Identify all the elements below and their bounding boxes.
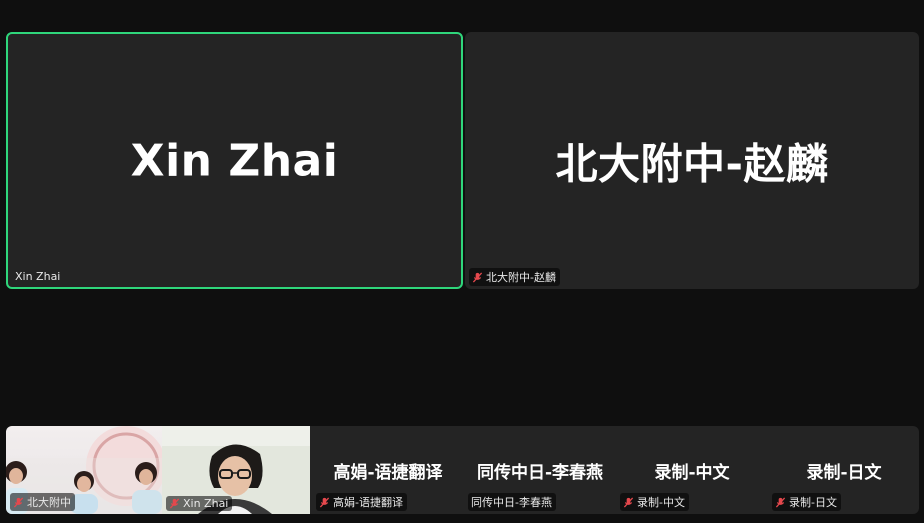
mic-off-icon: [13, 496, 24, 508]
participant-name-tag: 北大附中: [10, 493, 75, 511]
mic-off-icon: [472, 271, 483, 283]
participant-display-name: 录制-中文: [654, 463, 730, 483]
video-tile-xin-zhai-webcam[interactable]: Xin Zhai: [162, 426, 310, 514]
mic-off-icon: [169, 498, 180, 509]
participant-name-tag: Xin Zhai: [12, 269, 64, 284]
participant-name-label: 高娟-语捷翻译: [333, 496, 403, 509]
participant-strip: 北大附中 Xin Zhai 高娟-语捷翻译 高娟-语捷翻译 同传中日-李春燕 同…: [6, 426, 919, 514]
tile-li-chunyan[interactable]: 同传中日-李春燕 同传中日-李春燕: [464, 426, 616, 514]
tile-gao-juan[interactable]: 高娟-语捷翻译 高娟-语捷翻译: [312, 426, 464, 514]
participant-name-tag: 同传中日-李春燕: [468, 493, 556, 511]
participant-display-name: 北大附中-赵麟: [555, 139, 829, 188]
participant-display-name: 高娟-语捷翻译: [333, 463, 443, 483]
participant-name-label: 同传中日-李春燕: [471, 496, 552, 509]
participant-name-label: Xin Zhai: [183, 497, 229, 510]
participant-name-tag: 北大附中-赵麟: [469, 268, 560, 286]
participant-name-label: Xin Zhai: [15, 270, 61, 283]
participant-name-tag: 录制-日文: [772, 493, 841, 511]
mic-off-icon: [623, 496, 634, 508]
participant-name-label: 录制-中文: [637, 496, 685, 509]
participant-display-name: 同传中日-李春燕: [476, 463, 604, 483]
participant-display-name: 录制-日文: [806, 463, 882, 483]
participant-name-label: 北大附中-赵麟: [486, 271, 556, 284]
video-tile-xin-zhai[interactable]: Xin Zhai Xin Zhai: [6, 32, 463, 289]
mic-off-icon: [775, 496, 786, 508]
participant-name-label: 北大附中: [27, 496, 71, 509]
participant-name-label: 录制-日文: [789, 496, 837, 509]
participant-name-tag: Xin Zhai: [166, 496, 233, 511]
tile-recording-japanese[interactable]: 录制-日文 录制-日文: [768, 426, 919, 514]
meeting-gallery: Xin Zhai Xin Zhai 北大附中-赵麟 北大附中-赵麟 北大附中 X…: [0, 0, 924, 523]
participant-name-tag: 录制-中文: [620, 493, 689, 511]
participant-display-name: Xin Zhai: [130, 135, 339, 186]
video-tile-classroom[interactable]: 北大附中: [6, 426, 162, 514]
tile-recording-chinese[interactable]: 录制-中文 录制-中文: [616, 426, 768, 514]
mic-off-icon: [319, 496, 330, 508]
participant-name-tag: 高娟-语捷翻译: [316, 493, 407, 511]
video-tile-zhao-lin[interactable]: 北大附中-赵麟 北大附中-赵麟: [465, 32, 919, 289]
